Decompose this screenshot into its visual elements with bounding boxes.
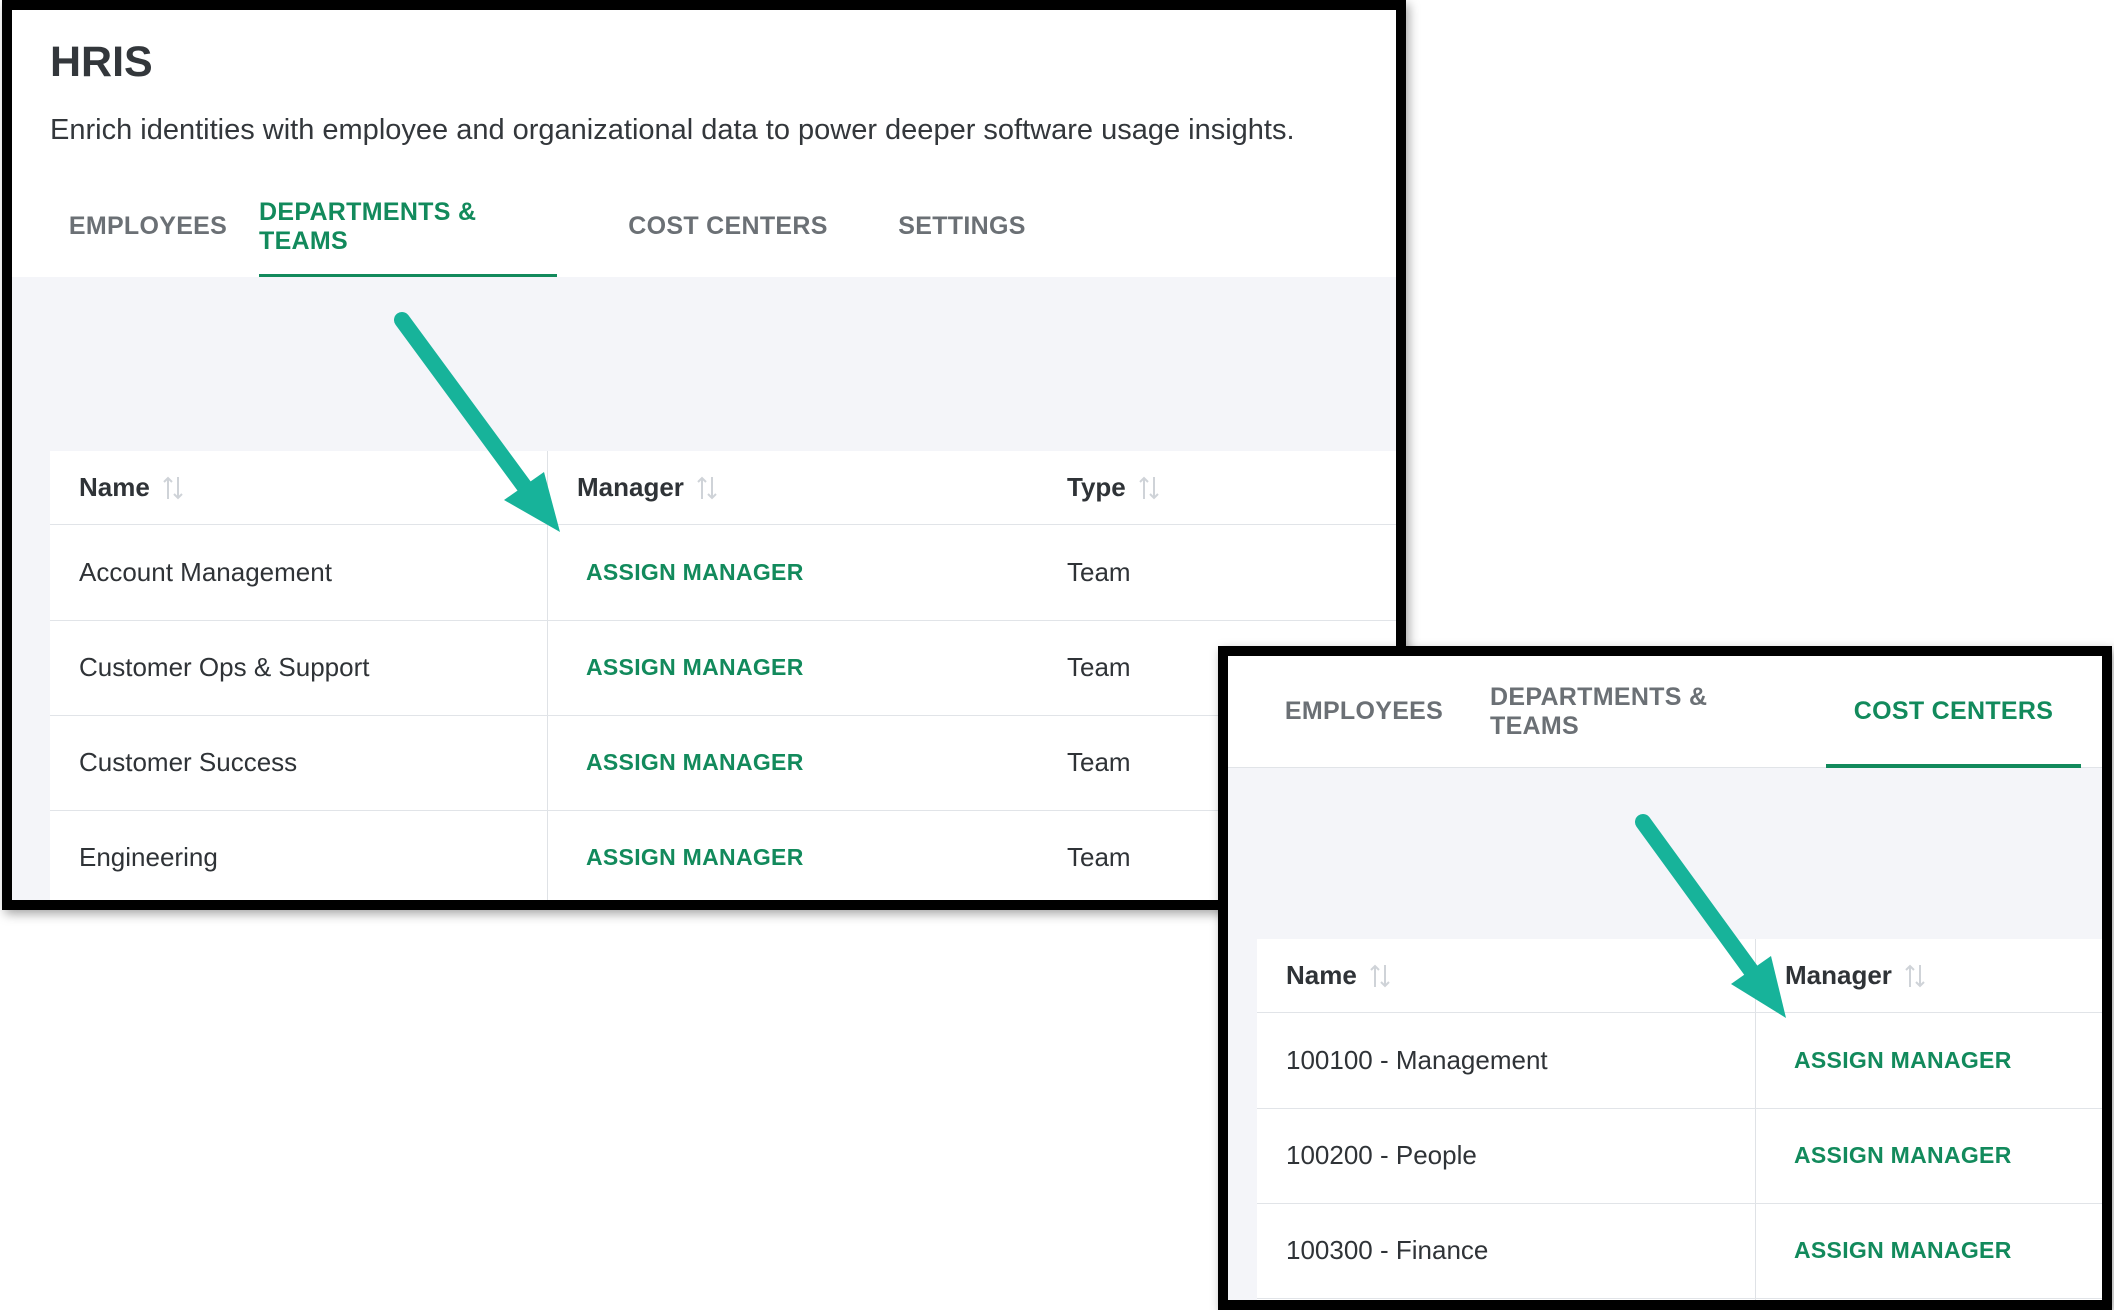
departments-table: Name Manager Type Account Management ASS…: [50, 451, 1396, 900]
department-type: Team: [1067, 557, 1131, 587]
departments-teams-screenshot-panel: HRIS Enrich identities with employee and…: [2, 0, 1406, 910]
assign-manager-button[interactable]: ASSIGN MANAGER: [586, 559, 804, 586]
table-row[interactable]: 100100 - Management ASSIGN MANAGER: [1257, 1013, 2102, 1109]
department-type: Team: [1067, 747, 1131, 777]
assign-manager-button[interactable]: ASSIGN MANAGER: [586, 654, 804, 681]
column-header-manager[interactable]: Manager: [577, 451, 718, 524]
assign-manager-button[interactable]: ASSIGN MANAGER: [1794, 1142, 2012, 1169]
cost-center-name: 100100 - Management: [1286, 1045, 1548, 1075]
table-header-row: Name Manager: [1257, 939, 2102, 1013]
page-subtitle: Enrich identities with employee and orga…: [50, 114, 1295, 146]
table-row[interactable]: Customer Ops & Support ASSIGN MANAGER Te…: [50, 620, 1396, 716]
assign-manager-button[interactable]: ASSIGN MANAGER: [1794, 1047, 2012, 1074]
department-name: Customer Ops & Support: [79, 652, 370, 682]
column-header-type[interactable]: Type: [1067, 451, 1160, 524]
table-row[interactable]: 100300 - Finance ASSIGN MANAGER: [1257, 1203, 2102, 1299]
tab-departments-teams[interactable]: DEPARTMENTS & TEAMS: [259, 176, 557, 278]
sort-arrows-icon[interactable]: [162, 475, 184, 501]
tab-bar: EMPLOYEES DEPARTMENTS & TEAMS COST CENTE…: [12, 176, 1396, 278]
tab-employees[interactable]: EMPLOYEES: [57, 176, 239, 277]
tab-employees[interactable]: EMPLOYEES: [1273, 656, 1455, 767]
cost-center-name: 100200 - People: [1286, 1140, 1477, 1170]
assign-manager-button[interactable]: ASSIGN MANAGER: [1794, 1237, 2012, 1264]
department-name: Customer Success: [79, 747, 298, 777]
tab-cost-centers[interactable]: COST CENTERS: [1826, 656, 2081, 768]
assign-manager-button[interactable]: ASSIGN MANAGER: [586, 749, 804, 776]
cost-center-name: 100300 - Finance: [1286, 1235, 1489, 1265]
table-row[interactable]: 100200 - People ASSIGN MANAGER: [1257, 1108, 2102, 1204]
tab-cost-centers[interactable]: COST CENTERS: [612, 176, 844, 277]
table-row[interactable]: Engineering ASSIGN MANAGER Team: [50, 810, 1396, 900]
sort-arrows-icon[interactable]: [1138, 475, 1160, 501]
page-title: HRIS: [50, 38, 153, 86]
column-header-name[interactable]: Name: [1286, 939, 1391, 1012]
department-type: Team: [1067, 652, 1131, 682]
department-name: Engineering: [79, 842, 218, 872]
sort-arrows-icon[interactable]: [1369, 963, 1391, 989]
assign-manager-button[interactable]: ASSIGN MANAGER: [586, 844, 804, 871]
table-header-row: Name Manager Type: [50, 451, 1396, 525]
sort-arrows-icon[interactable]: [1904, 963, 1926, 989]
tab-bar: EMPLOYEES DEPARTMENTS & TEAMS COST CENTE…: [1228, 656, 2102, 768]
column-header-name[interactable]: Name: [79, 451, 184, 524]
sort-arrows-icon[interactable]: [696, 475, 718, 501]
department-name: Account Management: [79, 557, 332, 587]
tab-settings[interactable]: SETTINGS: [884, 176, 1040, 277]
department-type: Team: [1067, 842, 1131, 872]
cost-centers-screenshot-panel: EMPLOYEES DEPARTMENTS & TEAMS COST CENTE…: [1218, 646, 2112, 1310]
table-row[interactable]: Customer Success ASSIGN MANAGER Team: [50, 715, 1396, 811]
tab-departments-teams[interactable]: DEPARTMENTS & TEAMS: [1490, 656, 1788, 767]
table-row[interactable]: Account Management ASSIGN MANAGER Team: [50, 525, 1396, 621]
cost-centers-table: Name Manager 100100 - Management ASSIGN …: [1257, 939, 2102, 1300]
column-header-manager[interactable]: Manager: [1785, 939, 1926, 1012]
